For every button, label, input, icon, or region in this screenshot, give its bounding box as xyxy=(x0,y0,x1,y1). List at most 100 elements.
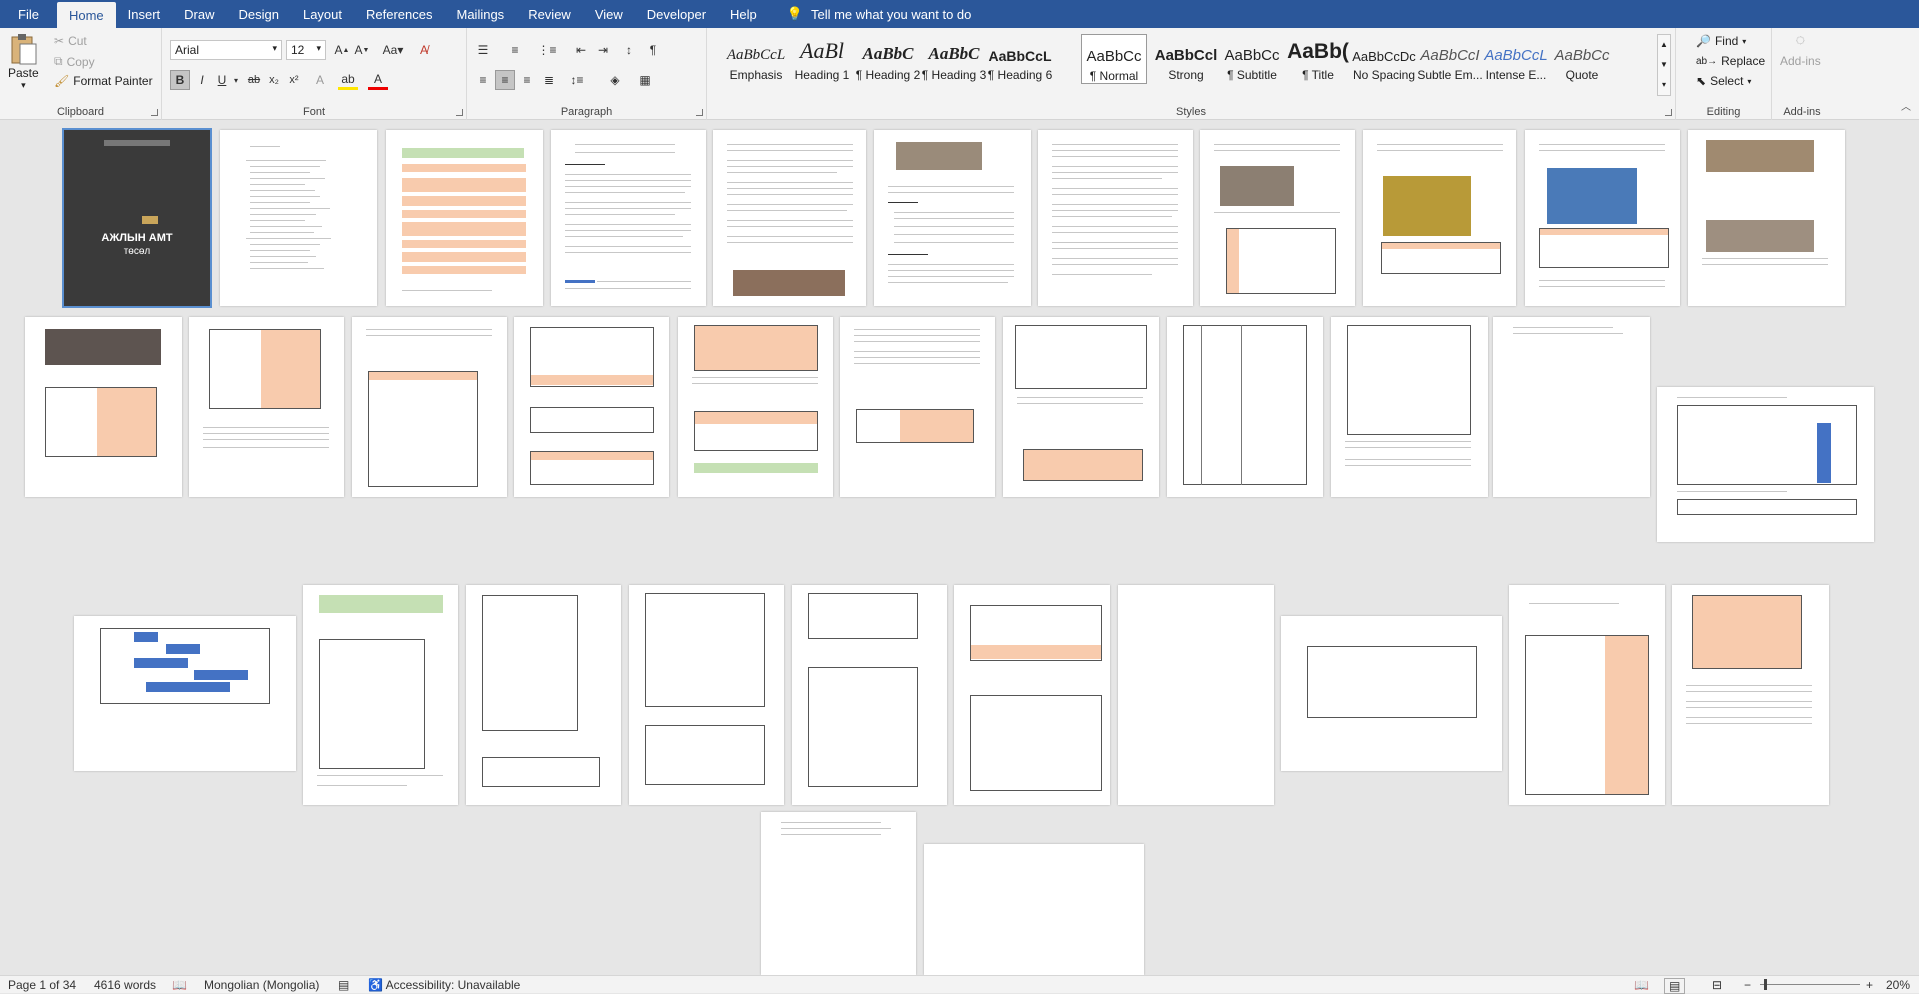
tab-layout[interactable]: Layout xyxy=(291,0,354,28)
highlight-icon[interactable]: ab xyxy=(338,70,358,90)
page-thumbnail[interactable] xyxy=(1672,585,1829,805)
line-spacing-icon[interactable]: ↕≡ xyxy=(567,70,587,90)
style-heading-1[interactable]: AaBl Heading 1 xyxy=(789,34,855,84)
zoom-out-button[interactable]: − xyxy=(1744,978,1751,992)
tab-help[interactable]: Help xyxy=(718,0,769,28)
print-layout-icon[interactable]: ▤ xyxy=(1664,978,1686,994)
tab-file[interactable]: File xyxy=(0,0,57,28)
page-thumbnail[interactable] xyxy=(466,585,621,805)
tab-references[interactable]: References xyxy=(354,0,444,28)
page-thumbnail[interactable] xyxy=(713,130,866,306)
tab-developer[interactable]: Developer xyxy=(635,0,718,28)
page-thumbnail[interactable] xyxy=(1493,317,1650,497)
zoom-slider[interactable] xyxy=(1760,984,1860,985)
page-thumbnail[interactable] xyxy=(1038,130,1193,306)
multilevel-list-icon[interactable]: ⋮≡ xyxy=(537,40,557,60)
zoom-level[interactable]: 20% xyxy=(1886,978,1910,992)
bullets-icon[interactable]: ☰ xyxy=(473,40,493,60)
styles-gallery-scroll[interactable]: ▲ ▼ ▾ xyxy=(1657,34,1671,96)
borders-icon[interactable]: ▦ xyxy=(635,70,655,90)
page-thumbnail[interactable] xyxy=(1118,585,1274,805)
style-quote[interactable]: AaBbCc Quote xyxy=(1549,34,1615,84)
style-no-spacing[interactable]: AaBbCcDc No Spacing xyxy=(1351,34,1417,84)
zoom-slider-thumb[interactable] xyxy=(1764,979,1767,990)
font-size-box[interactable]: 12 ▾ xyxy=(286,40,326,60)
read-mode-icon[interactable]: 📖 xyxy=(1634,978,1649,992)
bold-button[interactable]: B xyxy=(170,70,190,90)
select-button[interactable]: ⬉ Select ▾ xyxy=(1696,74,1751,88)
document-area[interactable]: АЖЛЫН АМТ төсөл xyxy=(0,120,1919,975)
page-thumbnail[interactable] xyxy=(1003,317,1159,497)
page-thumbnail[interactable] xyxy=(1331,317,1488,497)
style-intense-emphasis[interactable]: AaBbCcL Intense E... xyxy=(1483,34,1549,84)
styles-launcher[interactable] xyxy=(1665,109,1672,116)
sort-icon[interactable]: ↕ xyxy=(619,40,639,60)
find-button[interactable]: 🔎 Find ▾ xyxy=(1696,34,1746,48)
page-thumbnail[interactable] xyxy=(874,130,1031,306)
align-left-icon[interactable]: ≡ xyxy=(473,70,493,90)
style-heading-3[interactable]: AaBbC ¶ Heading 3 xyxy=(921,34,987,84)
page-thumbnail[interactable] xyxy=(1200,130,1355,306)
paragraph-launcher[interactable] xyxy=(696,109,703,116)
page-thumbnail[interactable] xyxy=(25,317,182,497)
pilcrow-icon[interactable]: ¶ xyxy=(643,40,663,60)
change-case-icon[interactable]: Aa▾ xyxy=(378,40,408,60)
format-painter-button[interactable]: 🖌 Format Painter xyxy=(54,74,153,88)
page-thumbnail[interactable] xyxy=(1167,317,1323,497)
italic-button[interactable]: I xyxy=(192,70,212,90)
subscript-button[interactable]: x₂ xyxy=(264,70,284,90)
collapse-ribbon-icon[interactable]: ︿ xyxy=(1901,98,1911,113)
tell-me-search[interactable]: 💡 Tell me what you want to do xyxy=(769,0,972,28)
macro-icon[interactable]: ▤ xyxy=(338,978,349,992)
tab-draw[interactable]: Draw xyxy=(172,0,226,28)
style-emphasis[interactable]: AaBbCcL Emphasis xyxy=(723,34,789,84)
page-thumbnail[interactable] xyxy=(840,317,995,497)
page-thumbnail[interactable] xyxy=(551,130,706,306)
replace-button[interactable]: ab→ Replace xyxy=(1696,54,1765,68)
page-thumbnail[interactable] xyxy=(1363,130,1516,306)
style-heading-6[interactable]: AaBbCcL ¶ Heading 6 xyxy=(987,34,1053,84)
chevron-down-icon[interactable]: ▾ xyxy=(226,70,246,90)
page-thumbnail[interactable] xyxy=(1509,585,1665,805)
superscript-button[interactable]: x² xyxy=(284,70,304,90)
style-title[interactable]: AaBb(¶ Title xyxy=(1285,34,1351,84)
page-thumbnail[interactable] xyxy=(352,317,507,497)
web-layout-icon[interactable]: ⊟ xyxy=(1712,978,1722,992)
accessibility-status[interactable]: ♿ Accessibility: Unavailable xyxy=(368,978,520,992)
text-effects-icon[interactable]: A xyxy=(310,70,330,90)
justify-icon[interactable]: ≣ xyxy=(539,70,559,90)
page-thumbnail[interactable] xyxy=(74,616,296,771)
numbering-icon[interactable]: ≡ xyxy=(505,40,525,60)
tab-view[interactable]: View xyxy=(583,0,635,28)
font-color-icon[interactable]: A xyxy=(368,70,388,90)
style-subtle-emphasis[interactable]: AaBbCcI Subtle Em... xyxy=(1417,34,1483,84)
tab-insert[interactable]: Insert xyxy=(116,0,173,28)
decrease-indent-icon[interactable]: ⇤ xyxy=(571,40,591,60)
paste-button[interactable]: Paste ▾ xyxy=(8,32,39,91)
font-launcher[interactable] xyxy=(456,109,463,116)
tab-mailings[interactable]: Mailings xyxy=(445,0,517,28)
shading-icon[interactable]: ◈ xyxy=(605,70,625,90)
page-thumbnail[interactable] xyxy=(761,812,916,975)
clipboard-launcher[interactable] xyxy=(151,109,158,116)
copy-button[interactable]: ⧉ Copy xyxy=(54,54,95,69)
shrink-font-icon[interactable]: A ▼ xyxy=(352,40,372,60)
page-thumbnail[interactable] xyxy=(1281,616,1502,771)
increase-indent-icon[interactable]: ⇥ xyxy=(593,40,613,60)
tab-home[interactable]: Home xyxy=(56,2,116,28)
page-thumbnail[interactable] xyxy=(629,585,784,805)
align-center-icon[interactable]: ≡ xyxy=(495,70,515,90)
page-thumbnail[interactable] xyxy=(678,317,833,497)
proofing-icon[interactable]: 📖 xyxy=(172,978,187,992)
page-thumbnail[interactable] xyxy=(189,317,344,497)
grow-font-icon[interactable]: A ▲ xyxy=(332,40,352,60)
page-thumbnail[interactable]: АЖЛЫН АМТ төсөл xyxy=(62,128,212,308)
style-subtitle[interactable]: AaBbCc ¶ Subtitle xyxy=(1219,34,1285,84)
addins-button[interactable]: ◌ Add-ins xyxy=(1780,32,1821,68)
style-normal[interactable]: AaBbCc ¶ Normal xyxy=(1081,34,1147,84)
zoom-in-button[interactable]: + xyxy=(1866,978,1873,992)
style-strong[interactable]: AaBbCcl Strong xyxy=(1153,34,1219,84)
strikethrough-button[interactable]: ab xyxy=(244,70,264,90)
page-thumbnail[interactable] xyxy=(514,317,669,497)
page-thumbnail[interactable] xyxy=(1688,130,1845,306)
